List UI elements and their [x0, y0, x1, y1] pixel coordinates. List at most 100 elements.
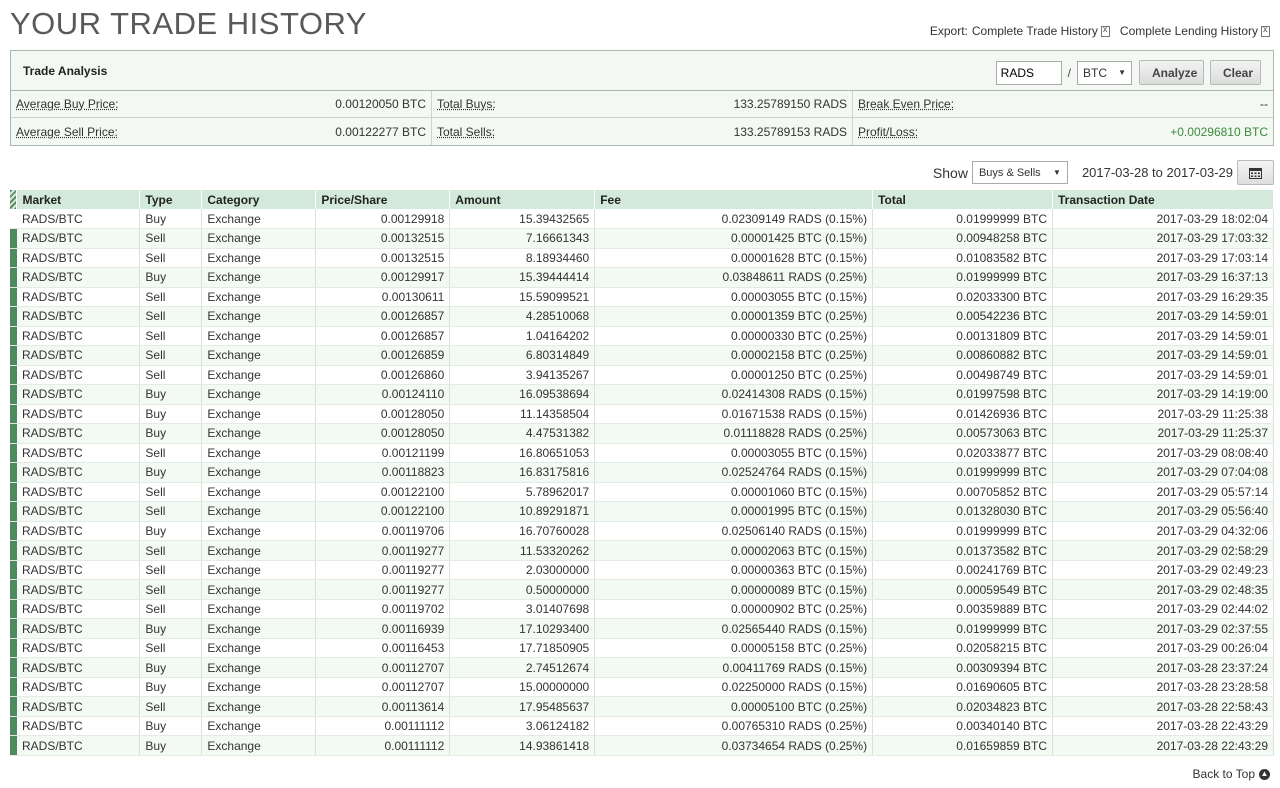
column-header-total[interactable]: Total — [872, 190, 1054, 209]
break-even-price: Break Even Price: -- — [853, 91, 1273, 117]
cell-fee: 0.03848611 RADS (0.25%) — [594, 267, 874, 288]
back-to-top-link[interactable]: Back to Top ▲ — [1193, 767, 1270, 781]
cell-total: 0.02033877 BTC — [872, 443, 1054, 464]
table-row: RADS/BTC Sell Exchange 0.00119702 3.01407698… — [10, 599, 1274, 620]
cell-type: Buy — [139, 657, 203, 678]
cell-category: Exchange — [201, 579, 317, 600]
column-header-date[interactable]: Transaction Date — [1052, 190, 1274, 209]
cell-amount: 1.04164202 — [449, 326, 596, 347]
coin-input[interactable] — [995, 60, 1062, 85]
cell-fee: 0.02506140 RADS (0.15%) — [594, 521, 874, 542]
excel-file-icon — [1100, 24, 1110, 37]
cell-date: 2017-03-29 02:49:23 — [1052, 560, 1274, 581]
cell-fee: 0.01671538 RADS (0.15%) — [594, 404, 874, 425]
table-row: RADS/BTC Buy Exchange 0.00118823 16.83175816… — [10, 462, 1274, 483]
arrow-up-circle-icon: ▲ — [1259, 768, 1270, 780]
row-marker — [10, 443, 17, 464]
cell-date: 2017-03-28 23:28:58 — [1052, 677, 1274, 698]
export-complete-lending-history-link[interactable]: Complete Lending History — [1120, 24, 1270, 38]
show-select[interactable]: Buys & Sells ▼ — [971, 161, 1068, 184]
cell-amount: 3.94135267 — [449, 365, 596, 386]
cell-price: 0.00126859 — [315, 345, 451, 366]
cell-type: Sell — [139, 345, 203, 366]
cell-price: 0.00119277 — [315, 579, 451, 600]
cell-price: 0.00118823 — [315, 462, 451, 483]
column-header-fee[interactable]: Fee — [594, 190, 874, 209]
cell-type: Sell — [139, 638, 203, 659]
cell-price: 0.00128050 — [315, 404, 451, 425]
cell-price: 0.00113614 — [315, 696, 451, 717]
show-select-value: Buys & Sells — [978, 166, 1041, 179]
cell-price: 0.00111112 — [315, 735, 451, 756]
cell-date: 2017-03-29 05:56:40 — [1052, 501, 1274, 522]
column-header-market[interactable]: Market — [16, 190, 141, 209]
column-header-type[interactable]: Type — [139, 190, 203, 209]
cell-amount: 3.06124182 — [449, 716, 596, 737]
row-marker — [10, 735, 17, 756]
total-sells-label: Total Sells: — [437, 124, 496, 139]
table-row: RADS/BTC Sell Exchange 0.00126857 1.04164202… — [10, 326, 1274, 347]
row-marker — [10, 209, 17, 230]
cell-total: 0.02058215 BTC — [872, 638, 1054, 659]
column-header-category[interactable]: Category — [201, 190, 317, 209]
cell-price: 0.00112707 — [315, 657, 451, 678]
cell-date: 2017-03-29 14:59:01 — [1052, 326, 1274, 347]
row-marker — [10, 696, 17, 717]
cell-amount: 17.10293400 — [449, 618, 596, 639]
cell-price: 0.00116453 — [315, 638, 451, 659]
market-select[interactable]: BTC ▼ — [1077, 60, 1132, 85]
cell-amount: 10.89291871 — [449, 501, 596, 522]
cell-amount: 15.39432565 — [449, 209, 596, 230]
row-marker — [10, 560, 17, 581]
cell-market: RADS/BTC — [16, 599, 141, 620]
cell-date: 2017-03-29 07:04:08 — [1052, 462, 1274, 483]
cell-price: 0.00132515 — [315, 228, 451, 249]
cell-category: Exchange — [201, 365, 317, 386]
cell-amount: 15.00000000 — [449, 677, 596, 698]
cell-total: 0.01999999 BTC — [872, 618, 1054, 639]
cell-fee: 0.00001250 BTC (0.25%) — [594, 365, 874, 386]
cell-category: Exchange — [201, 638, 317, 659]
cell-price: 0.00129917 — [315, 267, 451, 288]
cell-amount: 8.18934460 — [449, 248, 596, 269]
column-header-price[interactable]: Price/Share — [315, 190, 451, 209]
table-row: RADS/BTC Buy Exchange 0.00112707 15.00000000… — [10, 677, 1274, 698]
cell-date: 2017-03-29 14:19:00 — [1052, 384, 1274, 405]
cell-date: 2017-03-29 02:58:29 — [1052, 540, 1274, 561]
cell-amount: 11.14358504 — [449, 404, 596, 425]
cell-type: Buy — [139, 677, 203, 698]
table-row: RADS/BTC Sell Exchange 0.00119277 0.50000000… — [10, 579, 1274, 600]
cell-date: 2017-03-29 17:03:14 — [1052, 248, 1274, 269]
cell-type: Buy — [139, 716, 203, 737]
profit-loss-value: +0.00296810 BTC — [1170, 124, 1268, 139]
cell-total: 0.01999999 BTC — [872, 209, 1054, 230]
cell-type: Buy — [139, 384, 203, 405]
trade-analysis-panel: Trade Analysis / BTC ▼ Analyze Clear Ave… — [10, 50, 1274, 146]
cell-market: RADS/BTC — [16, 248, 141, 269]
column-header-amount[interactable]: Amount — [449, 190, 596, 209]
calendar-button[interactable] — [1237, 160, 1274, 185]
table-row: RADS/BTC Sell Exchange 0.00113614 17.9548563… — [10, 696, 1274, 717]
table-row: RADS/BTC Sell Exchange 0.00126859 6.80314849… — [10, 345, 1274, 366]
cell-total: 0.00059549 BTC — [872, 579, 1054, 600]
cell-total: 0.00359889 BTC — [872, 599, 1054, 620]
cell-category: Exchange — [201, 423, 317, 444]
cell-total: 0.00860882 BTC — [872, 345, 1054, 366]
export-complete-trade-history-link[interactable]: Complete Trade History — [972, 24, 1116, 38]
total-buys: Total Buys: 133.25789150 RADS — [432, 91, 853, 117]
analyze-button[interactable]: Analyze — [1139, 60, 1204, 85]
table-row: RADS/BTC Buy Exchange 0.00111112 14.93861418… — [10, 735, 1274, 756]
cell-date: 2017-03-29 00:26:04 — [1052, 638, 1274, 659]
trade-history-table: Market Type Category Price/Share Amount … — [10, 190, 1274, 756]
clear-button[interactable]: Clear — [1210, 60, 1261, 85]
average-sell-price-label: Average Sell Price: — [16, 124, 118, 139]
cell-total: 0.01999999 BTC — [872, 462, 1054, 483]
cell-total: 0.01999999 BTC — [872, 521, 1054, 542]
cell-fee: 0.00002158 BTC (0.25%) — [594, 345, 874, 366]
profit-loss-label: Profit/Loss: — [858, 124, 919, 139]
row-marker — [10, 716, 17, 737]
cell-type: Sell — [139, 287, 203, 308]
cell-amount: 15.59099521 — [449, 287, 596, 308]
cell-market: RADS/BTC — [16, 423, 141, 444]
cell-date: 2017-03-29 14:59:01 — [1052, 365, 1274, 386]
